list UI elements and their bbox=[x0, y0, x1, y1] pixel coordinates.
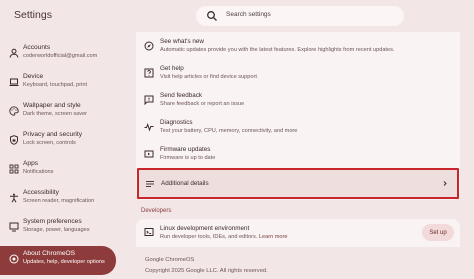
row-title: Get help bbox=[160, 65, 184, 72]
row-get-help[interactable]: Get help Visit help articles or find dev… bbox=[136, 61, 460, 87]
list-icon bbox=[145, 179, 155, 189]
row-diagnostics[interactable]: Diagnostics Test your battery, CPU, memo… bbox=[136, 115, 460, 141]
row-sub: Run developer tools, IDEs, and editors. … bbox=[160, 234, 288, 240]
terminal-icon bbox=[144, 227, 154, 237]
accessibility-icon bbox=[9, 193, 19, 203]
sidebar-item-device[interactable]: Device Keyboard, touchpad, print bbox=[0, 69, 116, 98]
developers-card: Linux development environment Run develo… bbox=[136, 219, 460, 247]
sidebar: Accounts coderworldofficial@gmail.com De… bbox=[0, 32, 122, 279]
search-box[interactable]: Search settings bbox=[196, 6, 404, 26]
search-icon bbox=[206, 10, 218, 22]
help-icon bbox=[144, 68, 154, 78]
sidebar-item-system-preferences[interactable]: System preferences Storage, power, langu… bbox=[0, 214, 116, 243]
row-title: Firmware updates bbox=[160, 146, 211, 153]
sidebar-item-sub: Dark theme, screen saver bbox=[23, 111, 88, 117]
row-sub: Test your battery, CPU, memory, connecti… bbox=[160, 128, 298, 134]
row-sub-text: Run developer tools, IDEs, and editors. bbox=[160, 234, 258, 240]
search-input[interactable]: Search settings bbox=[226, 11, 271, 18]
row-title: See what's new bbox=[160, 38, 204, 45]
firmware-icon bbox=[144, 149, 154, 159]
sidebar-item-label: Wallpaper and style bbox=[23, 102, 81, 109]
row-additional-details[interactable]: Additional details bbox=[137, 168, 459, 199]
sidebar-item-label: Privacy and security bbox=[23, 131, 82, 138]
title-bar: Settings Search settings bbox=[0, 0, 474, 32]
row-send-feedback[interactable]: Send feedback Share feedback or report a… bbox=[136, 88, 460, 114]
about-card: See what's new Automatic updates provide… bbox=[136, 32, 460, 200]
shield-icon bbox=[9, 135, 19, 145]
sidebar-item-label: Device bbox=[23, 73, 44, 80]
row-sub: Share feedback or report an issue bbox=[160, 101, 245, 107]
copyright-product: Google ChromeOS bbox=[145, 257, 195, 263]
row-whats-new[interactable]: See what's new Automatic updates provide… bbox=[136, 34, 460, 60]
laptop-icon bbox=[9, 77, 19, 87]
feedback-icon bbox=[144, 95, 154, 105]
sidebar-item-sub: Screen reader, magnification bbox=[23, 198, 95, 204]
sidebar-item-sub: Keyboard, touchpad, print bbox=[23, 82, 88, 88]
palette-icon bbox=[9, 106, 19, 116]
sidebar-item-sub: Storage, power, languages bbox=[23, 227, 90, 233]
sidebar-item-sub: Notifications bbox=[23, 169, 54, 175]
sidebar-item-sub: coderworldofficial@gmail.com bbox=[23, 53, 98, 59]
account-icon bbox=[9, 48, 19, 58]
sidebar-item-label: System preferences bbox=[23, 218, 82, 225]
row-title: Additional details bbox=[161, 180, 209, 187]
sidebar-item-sub: Lock screen, controls bbox=[23, 140, 76, 146]
row-sub: Visit help articles or find device suppo… bbox=[160, 74, 257, 80]
row-firmware-updates[interactable]: Firmware updates Firmware is up to date bbox=[136, 142, 460, 168]
about-panel: See what's new Automatic updates provide… bbox=[136, 32, 460, 279]
section-heading-developers: Developers bbox=[141, 208, 172, 214]
apps-grid-icon bbox=[9, 164, 19, 174]
chevron-right-icon bbox=[441, 179, 449, 188]
sidebar-item-label: Accounts bbox=[23, 44, 51, 51]
chromeos-icon bbox=[9, 254, 19, 264]
sidebar-item-label: Apps bbox=[23, 160, 39, 167]
sidebar-item-apps[interactable]: Apps Notifications bbox=[0, 156, 116, 185]
sidebar-item-wallpaper[interactable]: Wallpaper and style Dark theme, screen s… bbox=[0, 98, 116, 127]
set-up-button[interactable]: Set up bbox=[422, 224, 454, 241]
row-sub: Automatic updates provide you with the l… bbox=[160, 47, 395, 53]
app-title: Settings bbox=[14, 9, 52, 21]
sidebar-item-label: Accessibility bbox=[23, 189, 59, 196]
sidebar-item-label: About ChromeOS bbox=[23, 250, 76, 257]
sidebar-item-accounts[interactable]: Accounts coderworldofficial@gmail.com bbox=[0, 40, 116, 69]
compass-icon bbox=[144, 41, 154, 51]
sidebar-item-about-chromeos[interactable]: About ChromeOS Updates, help, developer … bbox=[0, 246, 116, 275]
sidebar-item-privacy[interactable]: Privacy and security Lock screen, contro… bbox=[0, 127, 116, 156]
system-icon bbox=[9, 222, 19, 232]
sidebar-item-sub: Updates, help, developer options bbox=[23, 259, 105, 265]
sidebar-item-accessibility[interactable]: Accessibility Screen reader, magnificati… bbox=[0, 185, 116, 214]
row-title: Linux development environment bbox=[160, 225, 250, 232]
pulse-icon bbox=[144, 122, 154, 132]
copyright-notice: Copyright 2025 Google LLC. All rights re… bbox=[145, 268, 268, 274]
row-title: Send feedback bbox=[160, 92, 203, 99]
row-title: Diagnostics bbox=[160, 119, 193, 126]
learn-more-link[interactable]: Learn more bbox=[259, 234, 288, 240]
row-sub: Firmware is up to date bbox=[160, 155, 216, 161]
